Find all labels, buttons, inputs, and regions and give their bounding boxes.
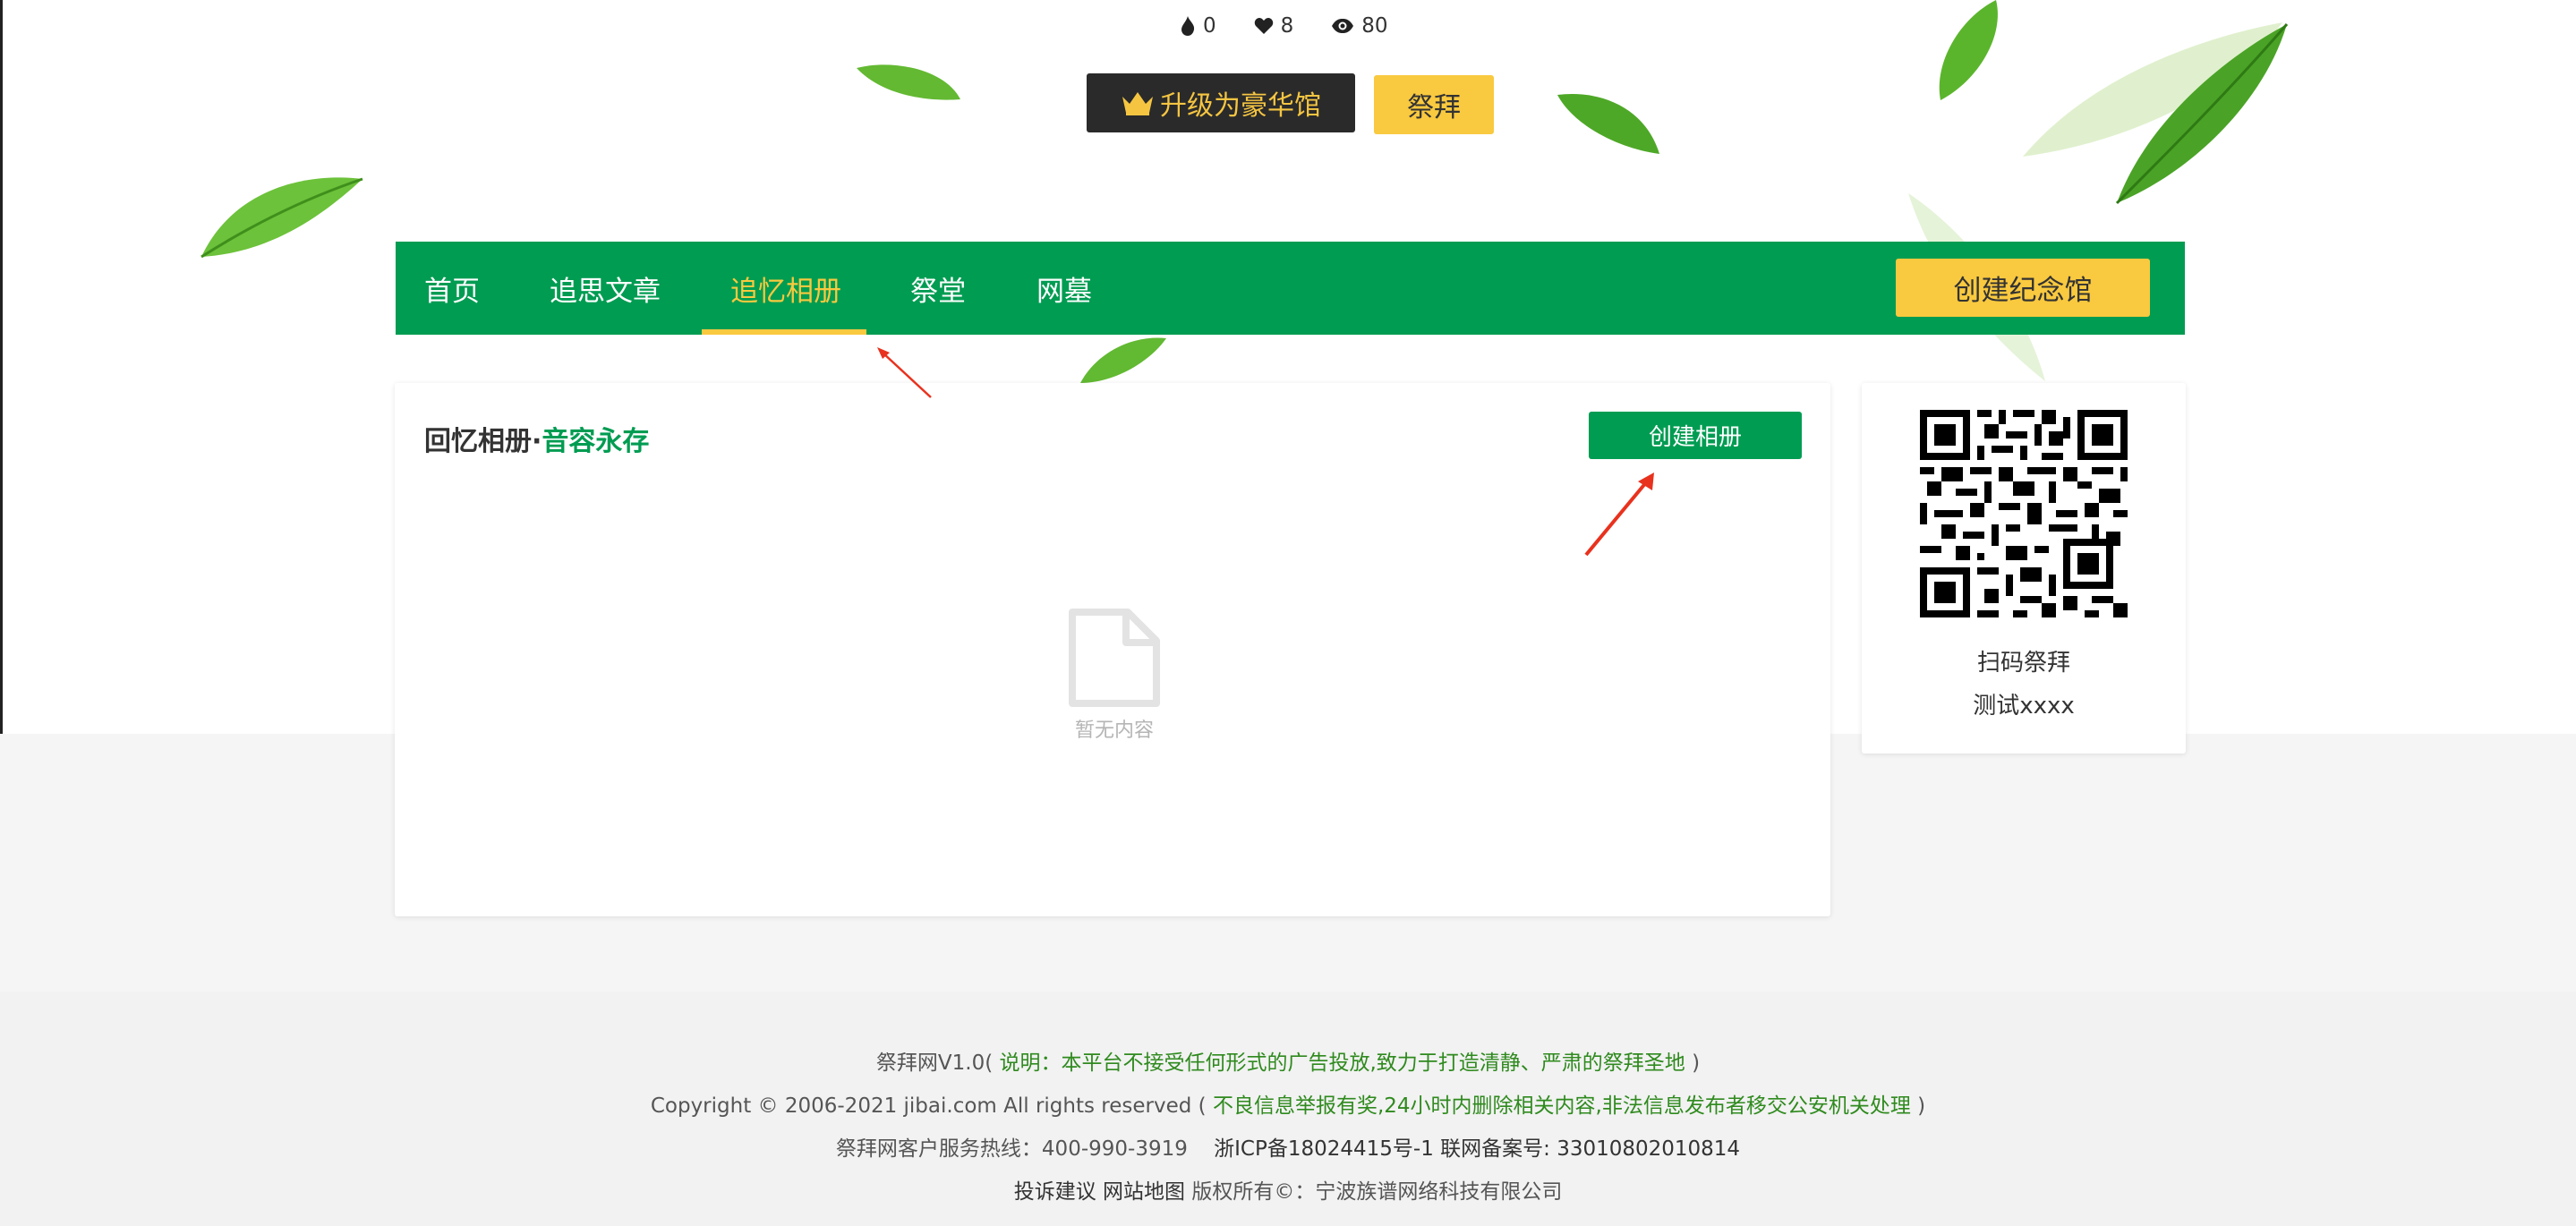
nav-item-grave[interactable]: 网墓 [1036,242,1092,335]
footer-copyright-text: Copyright © 2006-2021 jibai.com All righ… [650,1094,1207,1118]
eye-icon [1332,19,1354,33]
footer-disclaimer: 祭拜网V1.0( 说明：本平台不接受任何形式的广告投放,致力于打造清静、严肃的祭… [0,1045,2576,1076]
leaf-decoration [2115,23,2289,205]
nav-label: 祭堂 [910,275,966,308]
leaf-decoration [1557,93,1659,154]
sitemap-link[interactable]: 网站地图 [1103,1180,1185,1204]
active-tab-indicator [702,329,866,335]
annotation-arrow [877,347,932,398]
nav-label: 追思文章 [550,275,661,308]
leaf-decoration [1939,0,1998,100]
footer-close-paren: ) [1917,1094,1926,1118]
footer-hotline: 祭拜网客户服务热线：400-990-3919 [835,1137,1188,1161]
footer-close-paren: ) [1692,1051,1701,1075]
memorial-name: 测试xxxx [1973,693,2075,719]
qr-caption: 扫码祭拜 [1976,650,2070,677]
memorial-stats: 0 8 80 [1180,14,1388,38]
footer-icp: 浙ICP备18024415号-1 联网备案号: 33010802010814 [1214,1137,1741,1161]
likes-count: 8 [1280,14,1294,38]
footer-links: 投诉建议 网站地图 版权所有©：宁波族谱网络科技有限公司 [0,1174,2576,1205]
nav-item-albums[interactable]: 追忆相册 [730,242,841,335]
views-count: 80 [1361,14,1388,38]
nav-item-home[interactable]: 首页 [424,242,480,335]
upgrade-label: 升级为豪华馆 [1160,90,1321,122]
create-album-label: 创建相册 [1648,424,1742,451]
empty-state-text: 暂无内容 [1074,719,1154,742]
create-album-button[interactable]: 创建相册 [1589,412,1802,459]
nav-label: 网墓 [1036,275,1092,308]
title-accent: 音容永存 [542,426,650,457]
incense-stat: 0 [1180,14,1216,38]
flame-icon [1181,16,1195,36]
create-memorial-label: 创建纪念馆 [1953,275,2093,307]
complaint-link[interactable]: 投诉建议 [1014,1180,1096,1204]
annotation-arrow [1584,473,1654,557]
footer-contact: 祭拜网客户服务热线：400-990-3919 浙ICP备18024415号-1 … [0,1131,2576,1162]
worship-button[interactable]: 祭拜 [1374,75,1494,134]
nav-item-hall[interactable]: 祭堂 [910,242,966,335]
footer-report-note: 不良信息举报有奖,24小时内删除相关内容,非法信息发布者移交公安机关处理 [1206,1094,1918,1118]
title-main: 回忆相册· [424,426,542,457]
qr-code-image [1920,410,2128,617]
upgrade-deluxe-button[interactable]: 升级为豪华馆 [1087,73,1355,132]
likes-stat: 8 [1254,14,1294,38]
leaf-decoration [200,177,363,259]
views-stat: 80 [1331,14,1388,38]
footer-note: 说明：本平台不接受任何形式的广告投放,致力于打造清静、严肃的祭拜圣地 [993,1051,1693,1075]
footer-site-version: 祭拜网V1.0( [875,1051,994,1075]
crown-icon [1122,92,1153,115]
create-memorial-button[interactable]: 创建纪念馆 [1896,259,2150,317]
incense-count: 0 [1203,14,1216,38]
empty-document-icon [1069,609,1160,707]
nav-label: 首页 [424,275,480,308]
heart-icon [1254,18,1273,34]
footer-copyright: Copyright © 2006-2021 jibai.com All righ… [0,1088,2576,1119]
nav-label: 追忆相册 [730,275,841,308]
nav-item-articles[interactable]: 追思文章 [550,242,661,335]
footer-owner: 版权所有©：宁波族谱网络科技有限公司 [1191,1180,1563,1204]
leaf-decoration [857,64,960,100]
leaf-decoration [1080,337,1166,383]
album-panel-title: 回忆相册·音容永存 [424,419,649,458]
worship-label: 祭拜 [1407,92,1461,123]
